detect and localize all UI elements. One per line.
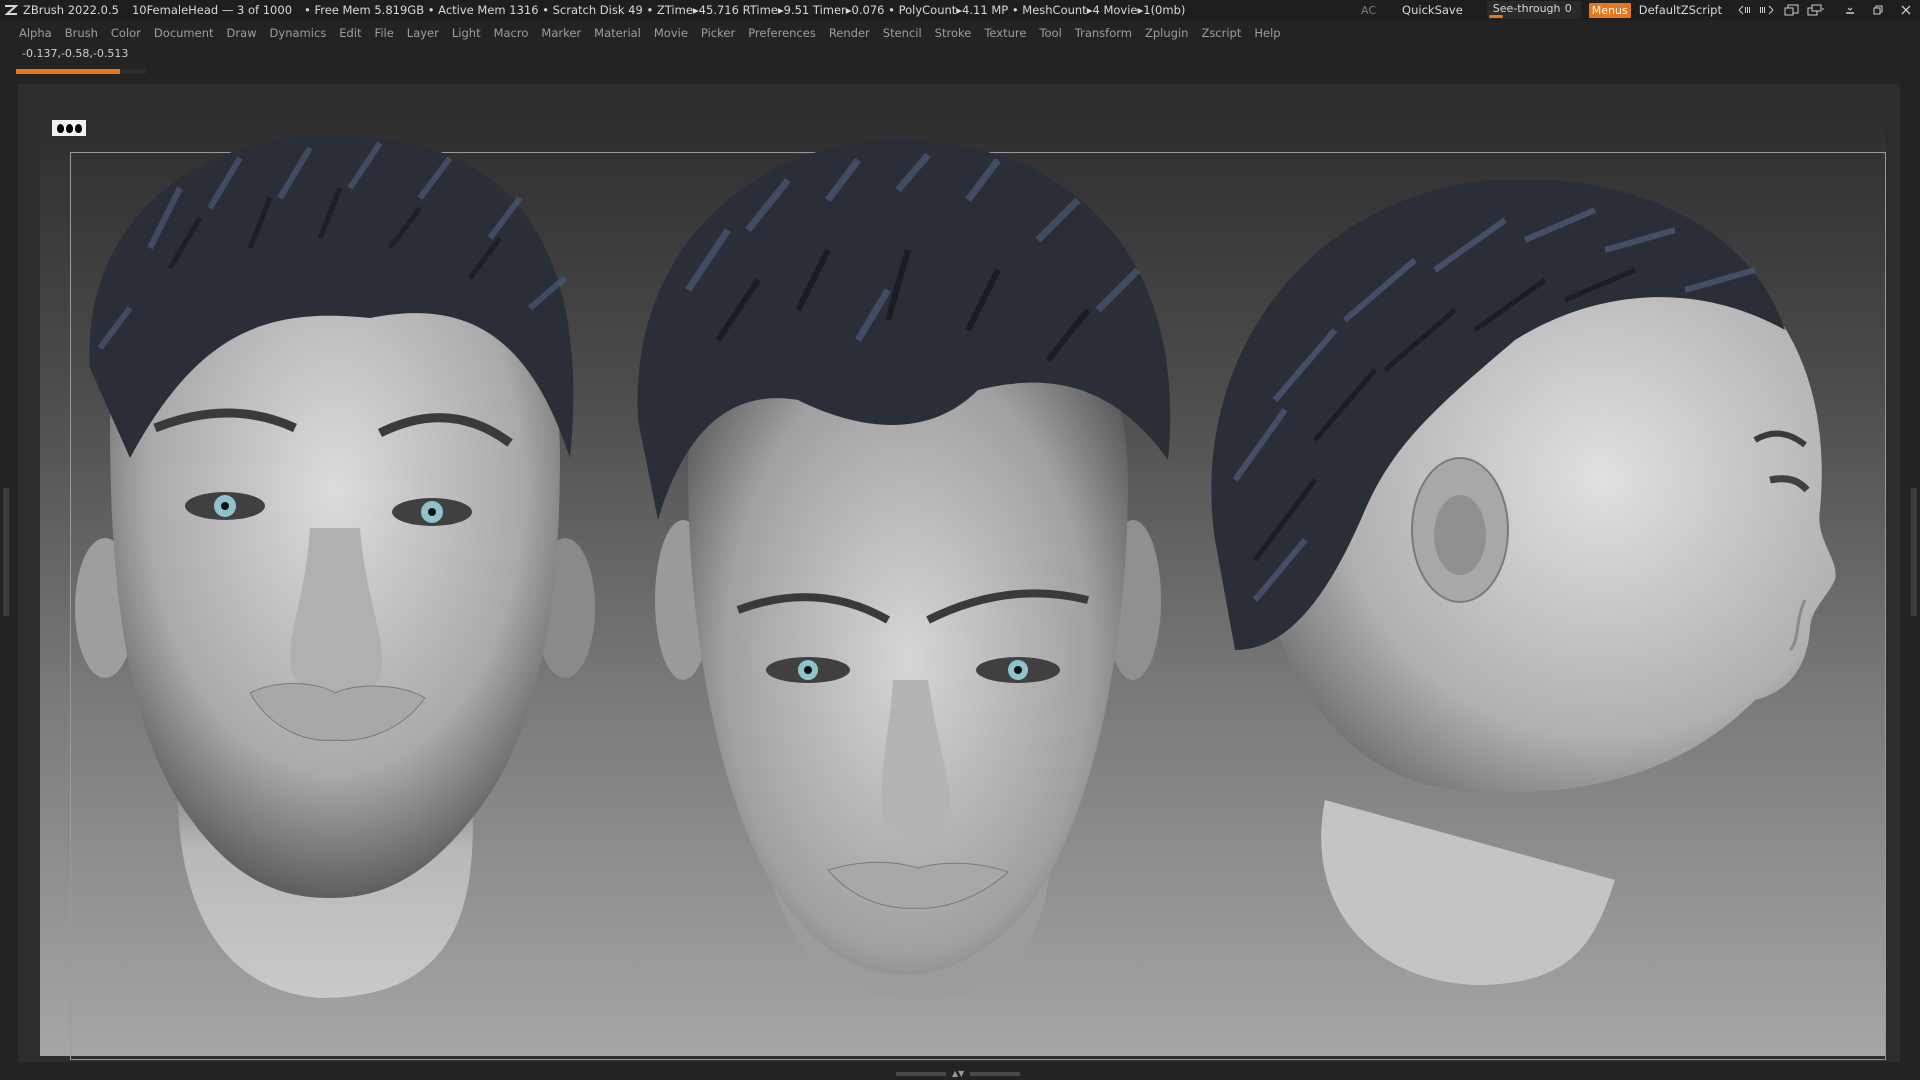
zbrush-logo-icon — [2, 1, 20, 19]
ac-button[interactable]: AC — [1361, 4, 1376, 17]
left-tray-handle[interactable] — [3, 488, 9, 616]
progress-fill — [16, 69, 120, 74]
menu-picker[interactable]: Picker — [696, 26, 743, 40]
progress-bar — [16, 69, 146, 74]
menu-stroke[interactable]: Stroke — [930, 26, 980, 40]
minimize-icon[interactable] — [1840, 0, 1860, 20]
bottom-tray-handle[interactable]: ▲▼ — [896, 1070, 1024, 1078]
menu-texture[interactable]: Texture — [979, 26, 1034, 40]
title-bar: ZBrush 2022.0.5 10FemaleHead — 3 of 1000… — [0, 0, 1920, 20]
menu-light[interactable]: Light — [447, 26, 489, 40]
menu-marker[interactable]: Marker — [536, 26, 589, 40]
menu-dynamics[interactable]: Dynamics — [265, 26, 335, 40]
menu-transform[interactable]: Transform — [1070, 26, 1140, 40]
document-name: 10FemaleHead — 3 of 1000 — [131, 3, 293, 17]
menu-macro[interactable]: Macro — [489, 26, 537, 40]
menu-file[interactable]: File — [370, 26, 402, 40]
menu-color[interactable]: Color — [106, 26, 149, 40]
default-zscript-button[interactable]: DefaultZScript — [1639, 3, 1722, 17]
see-through-label: See-through — [1492, 2, 1561, 15]
arrow-left-right-icon[interactable] — [1736, 0, 1756, 20]
see-through-value: 0 — [1564, 2, 1572, 15]
menu-layer[interactable]: Layer — [402, 26, 447, 40]
expand-collapse-icon: ▲▼ — [952, 1069, 965, 1078]
menu-movie[interactable]: Movie — [649, 26, 696, 40]
menu-brush[interactable]: Brush — [60, 26, 106, 40]
head-side-view[interactable] — [1195, 180, 1855, 1000]
menu-tool[interactable]: Tool — [1034, 26, 1069, 40]
menu-draw[interactable]: Draw — [222, 26, 265, 40]
menu-document[interactable]: Document — [149, 26, 222, 40]
quicksave-button[interactable]: QuickSave — [1402, 3, 1463, 17]
menu-preferences[interactable]: Preferences — [743, 26, 824, 40]
menu-help[interactable]: Help — [1249, 26, 1288, 40]
menu-stencil[interactable]: Stencil — [878, 26, 930, 40]
bottom-tray-bar — [970, 1072, 1021, 1076]
app-version: ZBrush 2022.0.5 — [23, 3, 119, 17]
layout-icon[interactable] — [1782, 0, 1802, 20]
head-top-view[interactable] — [628, 140, 1188, 1010]
main-menu-bar: Alpha Brush Color Document Draw Dynamics… — [0, 22, 1920, 44]
see-through-fill — [1488, 15, 1503, 18]
menus-toggle-button[interactable]: Menus — [1588, 2, 1631, 18]
restore-icon[interactable] — [1868, 0, 1888, 20]
menu-edit[interactable]: Edit — [334, 26, 369, 40]
bottom-tray-bar — [896, 1072, 946, 1076]
memory-stats: • Free Mem 5.819GB • Active Mem 1316 • S… — [304, 3, 1186, 17]
menu-render[interactable]: Render — [824, 26, 878, 40]
see-through-slider[interactable]: See-through 0 — [1486, 1, 1581, 19]
menu-zscript[interactable]: Zscript — [1196, 26, 1249, 40]
close-icon[interactable] — [1896, 0, 1916, 20]
layout-alt-icon[interactable] — [1806, 0, 1826, 20]
menu-zplugin[interactable]: Zplugin — [1140, 26, 1196, 40]
arrow-right-icon[interactable] — [1756, 0, 1776, 20]
cursor-coordinates: -0.137,-0.58,-0.513 — [22, 47, 129, 60]
right-tray-handle[interactable] — [1911, 488, 1917, 616]
head-front-view[interactable] — [70, 128, 610, 1008]
menu-material[interactable]: Material — [589, 26, 649, 40]
menu-alpha[interactable]: Alpha — [14, 26, 60, 40]
